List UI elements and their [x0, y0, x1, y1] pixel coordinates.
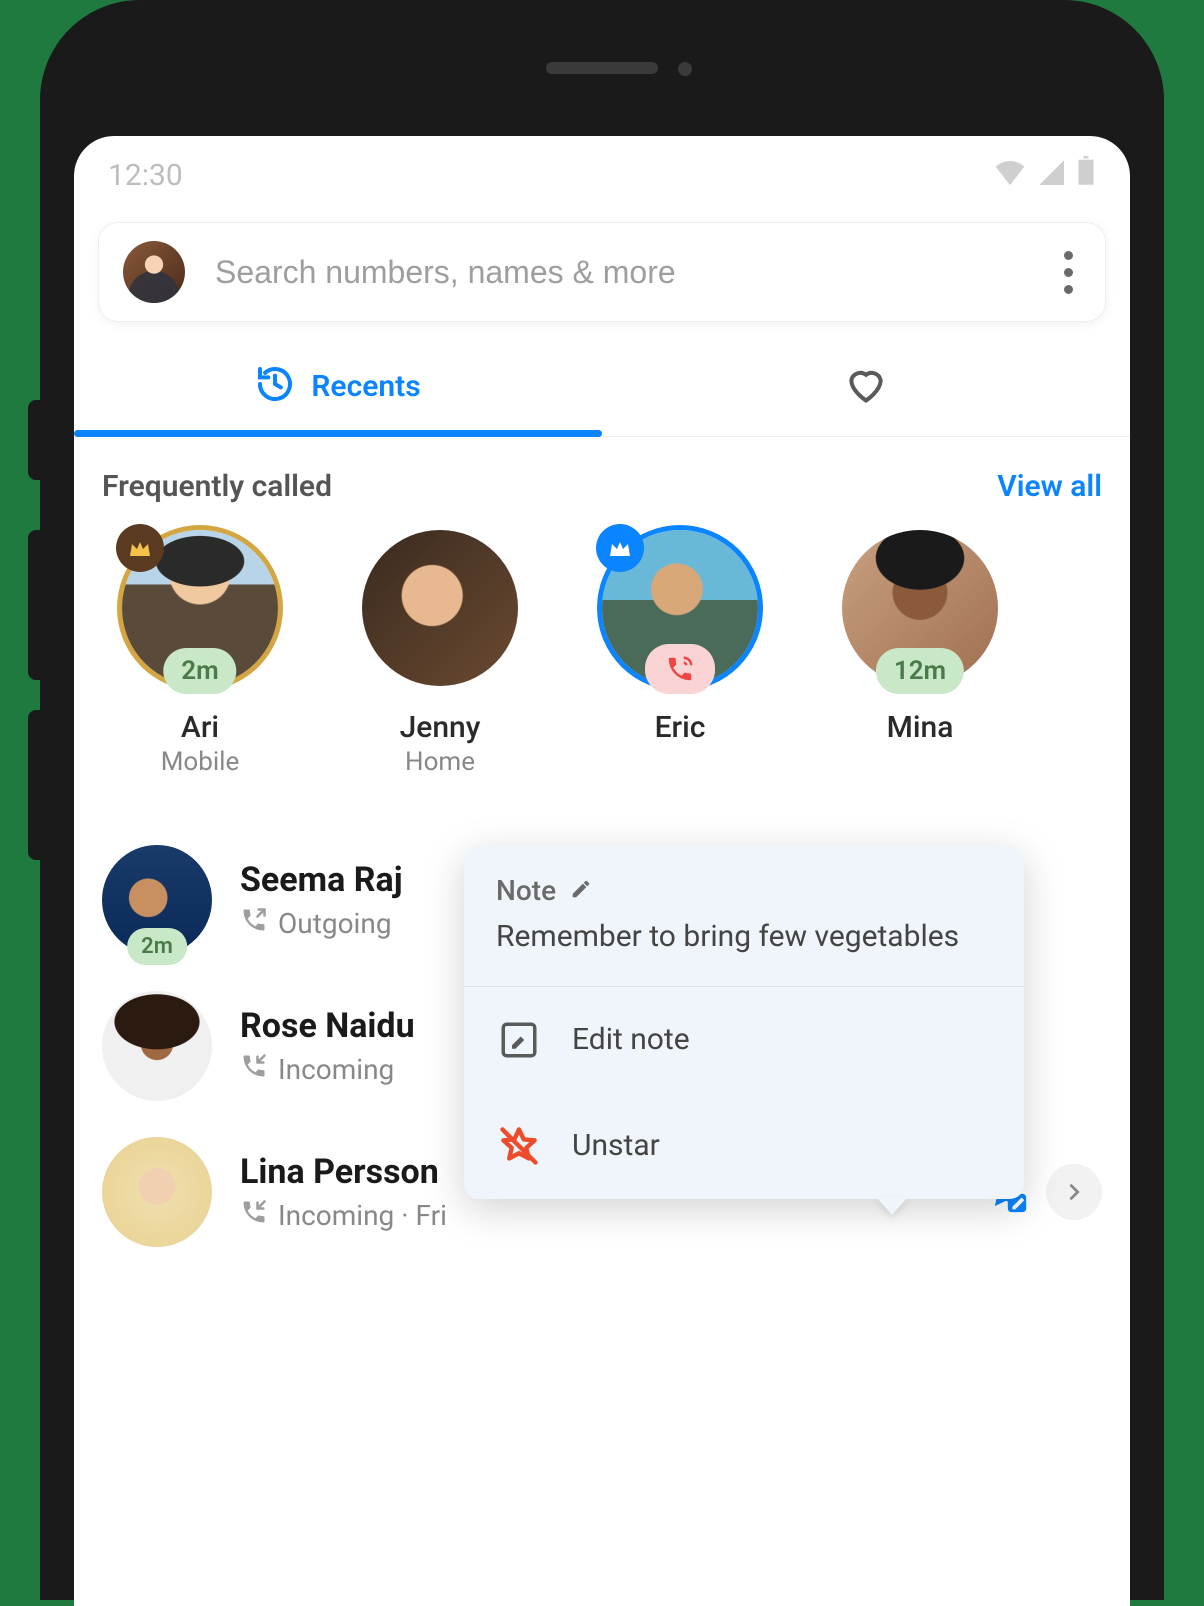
- outgoing-call-icon: [240, 906, 268, 941]
- wifi-icon: [994, 158, 1026, 193]
- frequent-header: Frequently called View all: [74, 437, 1130, 522]
- frequent-title: Frequently called: [102, 469, 332, 504]
- incoming-call-icon: [240, 1198, 268, 1233]
- call-direction: Incoming: [278, 1053, 394, 1086]
- time-badge: 12m: [876, 648, 964, 694]
- tab-recents[interactable]: Recents: [74, 340, 602, 436]
- frequent-item[interactable]: Eric: [590, 530, 770, 777]
- phone-camera: [678, 62, 692, 76]
- contact-sub: Home: [405, 747, 475, 777]
- contact-avatar: [102, 991, 212, 1101]
- phone-frame: 12:30: [40, 0, 1164, 1600]
- tab-recents-label: Recents: [311, 369, 420, 404]
- time-badge: 2m: [163, 648, 236, 694]
- note-text: Remember to bring few vegetables: [496, 917, 992, 958]
- call-direction: Incoming · Fri: [278, 1199, 447, 1232]
- time-badge: 2m: [127, 928, 187, 965]
- search-input[interactable]: [215, 254, 1026, 291]
- contact-avatar: [102, 1137, 212, 1247]
- frequent-list[interactable]: 2m Ari Mobile Jenny Home: [74, 522, 1130, 777]
- edit-note-label: Edit note: [572, 1022, 690, 1057]
- battery-icon: [1076, 156, 1096, 194]
- frequent-item[interactable]: Jenny Home: [350, 530, 530, 777]
- popup-tail: [876, 1197, 908, 1215]
- incoming-call-icon: [240, 1052, 268, 1087]
- edit-note-item[interactable]: Edit note: [464, 987, 1024, 1093]
- phone-speaker: [546, 62, 658, 74]
- contact-sub: Mobile: [161, 747, 240, 777]
- expand-button[interactable]: [1046, 1164, 1102, 1220]
- profile-avatar[interactable]: [123, 241, 185, 303]
- contact-avatar: [362, 530, 518, 686]
- call-direction: Outgoing: [278, 907, 392, 940]
- search-bar[interactable]: [98, 222, 1106, 322]
- frequent-item[interactable]: 2m Ari Mobile: [110, 530, 290, 777]
- contact-name: Mina: [887, 710, 954, 745]
- view-all-link[interactable]: View all: [997, 469, 1102, 504]
- note-section: Note Remember to bring few vegetables: [464, 846, 1024, 987]
- unstar-label: Unstar: [572, 1128, 660, 1163]
- tab-favorites[interactable]: [602, 340, 1130, 436]
- calling-badge: [645, 644, 715, 694]
- frequent-item[interactable]: 12m Mina: [830, 530, 1010, 777]
- contact-name: Ari: [181, 710, 219, 745]
- status-bar: 12:30: [74, 136, 1130, 204]
- status-time: 12:30: [108, 158, 183, 193]
- history-icon: [255, 364, 295, 408]
- screen: 12:30: [74, 136, 1130, 1606]
- unstar-item[interactable]: Unstar: [464, 1093, 1024, 1199]
- crown-icon: [116, 524, 164, 572]
- note-popup: Note Remember to bring few vegetables: [464, 846, 1024, 1199]
- heart-icon: [844, 362, 888, 410]
- tabs: Recents: [74, 340, 1130, 437]
- more-icon[interactable]: [1056, 243, 1081, 302]
- contact-name: Eric: [655, 710, 706, 745]
- contact-name: Jenny: [400, 710, 481, 745]
- unstar-icon: [496, 1123, 542, 1169]
- pencil-icon[interactable]: [570, 874, 592, 907]
- crown-icon: [596, 524, 644, 572]
- signal-icon: [1036, 158, 1066, 193]
- edit-box-icon: [496, 1017, 542, 1063]
- note-label: Note: [496, 874, 556, 907]
